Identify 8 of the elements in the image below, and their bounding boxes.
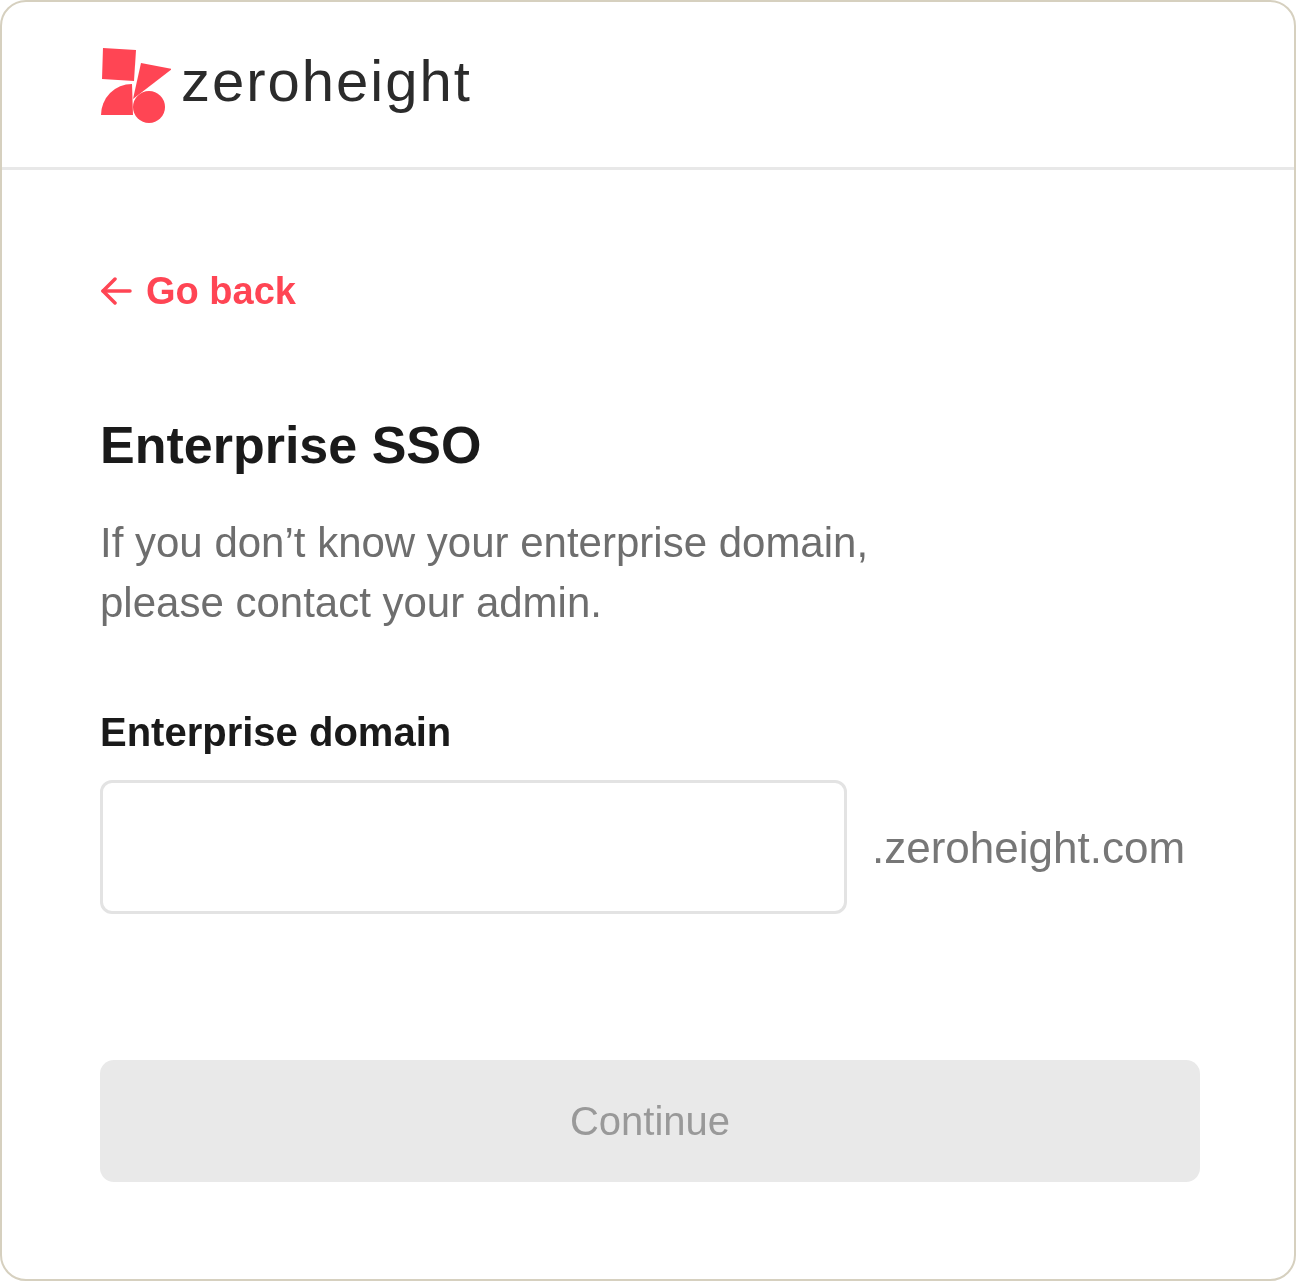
go-back-link[interactable]: Go back [100, 268, 296, 314]
arrow-left-icon [100, 277, 132, 305]
logo-icon [99, 46, 171, 123]
page-heading: Enterprise SSO [100, 415, 483, 476]
domain-suffix: .zeroheight.com [872, 821, 1186, 874]
domain-input-field[interactable] [100, 780, 847, 914]
description-text: If you don’t know your enterprise domain, please contact your admin. [100, 518, 870, 628]
field-label: Enterprise domain [100, 709, 453, 756]
